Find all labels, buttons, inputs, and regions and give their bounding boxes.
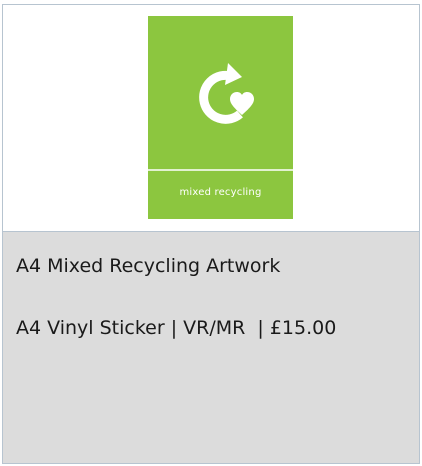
product-details: A4 Vinyl Sticker | VR/MR | £15.00 — [16, 317, 337, 339]
product-card[interactable]: mixed recycling A4 Mixed Recycling Artwo… — [2, 4, 420, 464]
product-image[interactable]: mixed recycling — [148, 16, 293, 219]
sticker-label: mixed recycling — [179, 187, 262, 198]
product-info: A4 Mixed Recycling Artwork A4 Vinyl Stic… — [3, 232, 419, 463]
product-image-area[interactable]: mixed recycling — [3, 5, 419, 232]
product-title[interactable]: A4 Mixed Recycling Artwork — [16, 255, 280, 277]
